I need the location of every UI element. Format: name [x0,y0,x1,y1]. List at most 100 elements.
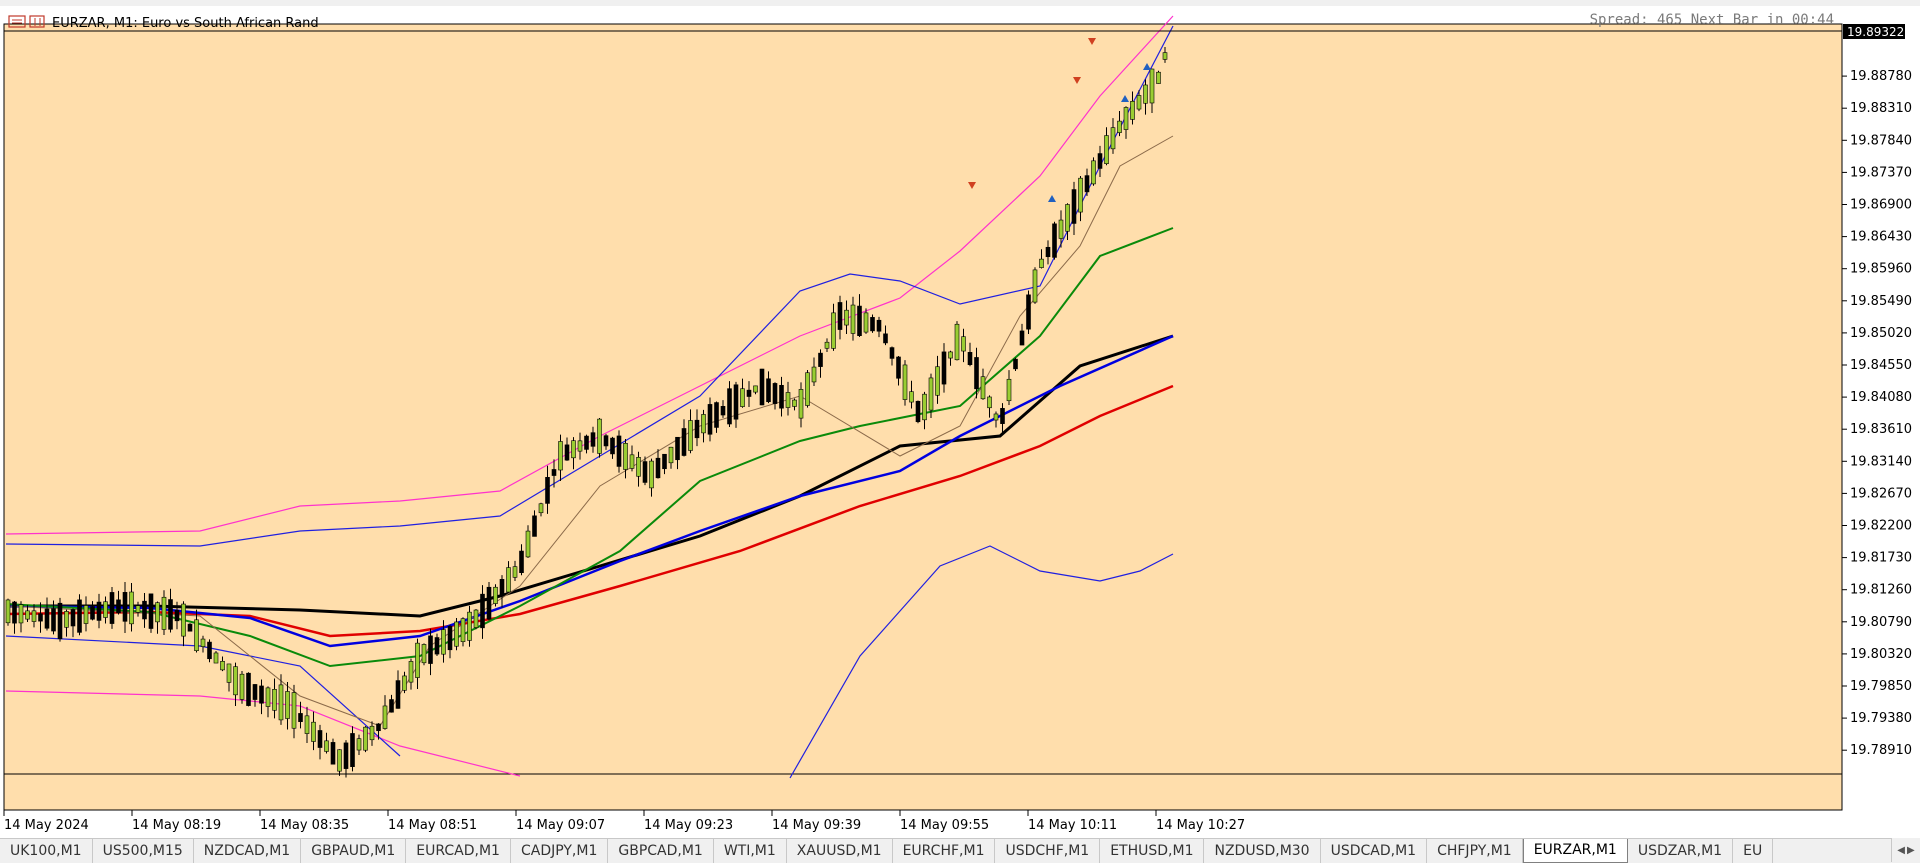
bull-candle [902,364,908,400]
bear-candle [1013,358,1018,370]
bull-candle [792,399,797,407]
bull-candle [103,601,108,618]
chart-title-group: EURZAR, M1: Euro vs South African Rand [8,15,319,31]
chart-tab-gbpaud-m1[interactable]: GBPAUD,M1 [301,839,407,863]
chart-tab-uk100-m1[interactable]: UK100,M1 [0,839,93,863]
bear-candle [707,404,713,435]
time-axis[interactable]: 14 May 2024 14 May 08:19 14 May 08:35 14 Ma… [3,810,1245,833]
bear-candle [1000,408,1005,424]
bear-candle [70,609,76,627]
bear-candle [694,419,700,439]
bull-candle [278,684,284,721]
bull-candle [571,440,576,459]
bull-candle [285,691,290,719]
bull-candle [31,610,37,622]
bull-candle [311,721,316,742]
bull-candle [408,661,414,683]
bear-candle [727,388,732,425]
bear-candle [207,641,212,660]
chart-tab-xauusd-m1[interactable]: XAUUSD,M1 [787,839,893,863]
scroll-left-icon[interactable]: ◀ [1897,845,1905,856]
bull-candle [636,457,641,477]
chart-tab-eurchf-m1[interactable]: EURCHF,M1 [893,839,996,863]
bull-candle [850,304,856,334]
price-chart[interactable]: EURZAR, M1: Euro vs South African Rand S… [0,6,1920,838]
bull-candle [64,611,69,628]
bull-candle [623,443,628,470]
bear-candle [896,356,901,379]
bear-candle [376,723,381,732]
bull-candle [1117,120,1122,133]
bull-candle [1110,127,1116,150]
bull-candle [831,312,836,349]
price-tick-label: 19.85960 [1850,262,1912,277]
bull-candle [954,323,960,361]
chart-title: EURZAR, M1: Euro vs South African Rand [52,16,319,31]
bear-candle [259,685,264,704]
chart-window[interactable]: EURZAR, M1: Euro vs South African Rand S… [0,6,1920,838]
chart-tab-nzdusd-m30[interactable]: NZDUSD,M30 [1204,839,1321,863]
bull-candle [863,312,869,333]
bull-candle [740,388,745,407]
price-axis[interactable]: 19.88780 19.88310 19.87840 19.87370 19.86900… [1841,24,1912,810]
chart-tab-usdcad-m1[interactable]: USDCAD,M1 [1321,839,1428,863]
bear-candle [681,428,687,456]
bear-candle [96,601,102,621]
chart-tab-nzdcad-m1[interactable]: NZDCAD,M1 [194,839,302,863]
bull-candle [1065,204,1070,232]
bear-candle [389,699,394,713]
bear-candle [616,435,622,467]
bull-candle [83,605,89,624]
chart-tab-gbpcad-m1[interactable]: GBPCAD,M1 [608,839,714,863]
bull-candle [935,366,940,396]
bear-candle [77,599,82,633]
chart-tab-eurzar-m1[interactable]: EURZAR,M1 [1522,839,1628,863]
current-price-label: 19.89322 [1847,25,1904,39]
chart-tab-eurcad-m1[interactable]: EURCAD,M1 [406,839,511,863]
chart-tab-us500-m15[interactable]: US500,M15 [93,839,194,863]
bull-candle [961,336,966,352]
bull-candle [291,692,297,729]
bear-candle [746,389,752,397]
spread-info: Spread: 465 Next Bar in 00:44 [1590,12,1834,28]
bear-candle [610,437,615,455]
bear-candle [590,432,596,447]
bull-candle [382,705,388,729]
bear-candle [818,352,823,367]
chart-tab-eu[interactable]: EU [1733,839,1774,863]
bear-candle [142,600,147,620]
bull-candle [226,663,232,683]
bull-candle [798,389,804,419]
bull-candle [239,673,245,700]
bull-candle [25,610,30,620]
chart-tab-usdzar-m1[interactable]: USDZAR,M1 [1628,839,1734,863]
time-tick-label: 14 May 09:07 [516,818,605,833]
bear-candle [564,444,570,461]
bull-candle [1078,177,1083,213]
bear-candle [837,302,843,330]
chart-tab-chfjpy-m1[interactable]: CHFJPY,M1 [1427,839,1523,863]
bear-candle [655,457,661,479]
chart-tab-wti-m1[interactable]: WTI,M1 [714,839,787,863]
bull-candle [324,740,329,752]
bear-candle [38,613,43,622]
chart-tab-cadjpy-m1[interactable]: CADJPY,M1 [511,839,609,863]
bear-candle [720,406,726,416]
indicator-subwindow[interactable] [3,773,1843,811]
bear-candle [486,586,492,620]
bear-candle [122,592,128,622]
price-tick-label: 19.83610 [1850,422,1912,437]
bull-candle [538,503,544,514]
chart-tab-ethusd-m1[interactable]: ETHUSD,M1 [1100,839,1205,863]
bear-candle [148,593,154,629]
chart-tab-usdchf-m1[interactable]: USDCHF,M1 [995,839,1101,863]
bull-candle [668,446,674,464]
bull-candle [1143,84,1148,104]
bear-candle [44,608,50,629]
price-tick-label: 19.87370 [1850,165,1912,180]
scroll-right-icon[interactable]: ▶ [1907,845,1915,856]
bull-candle [1032,269,1038,303]
price-tick-label: 19.79850 [1850,679,1912,694]
price-tick-label: 19.86430 [1850,230,1912,245]
bull-candle [233,666,238,696]
